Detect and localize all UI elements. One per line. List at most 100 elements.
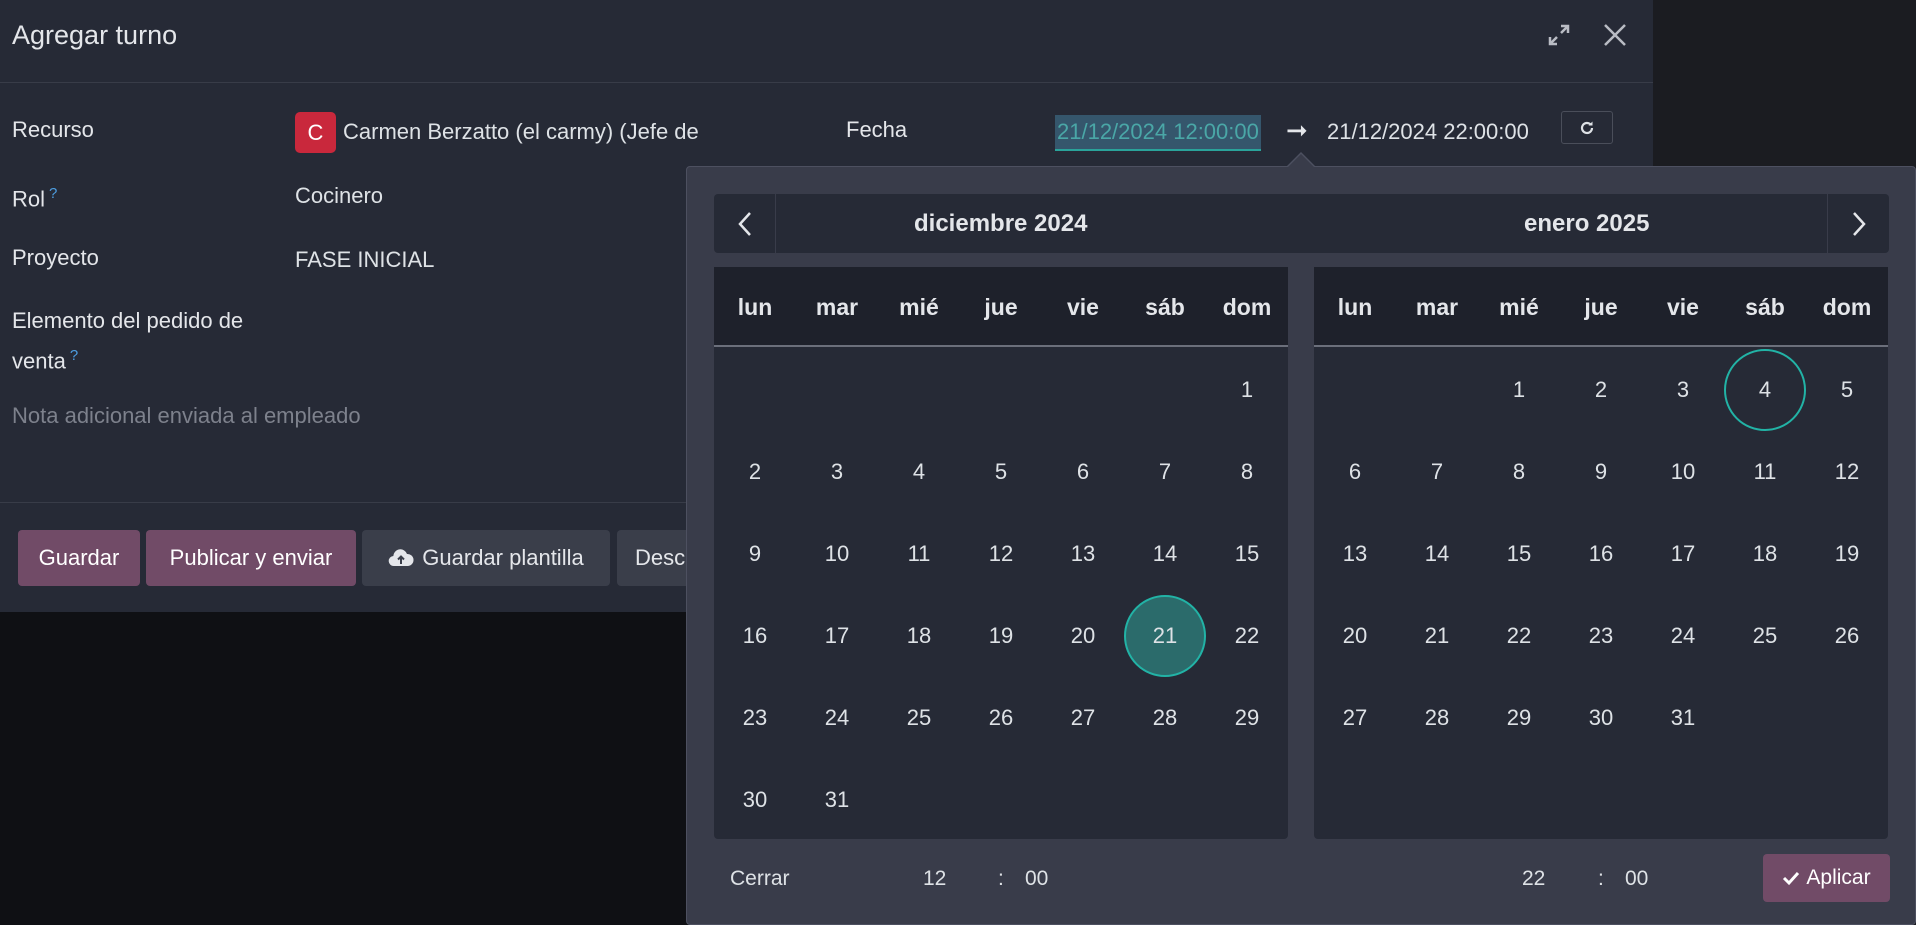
calendar-day[interactable]: 4 xyxy=(1724,349,1806,431)
calendar-day[interactable]: 22 xyxy=(1478,595,1560,677)
calendar-day[interactable]: 25 xyxy=(878,677,960,759)
calendar-day[interactable]: 24 xyxy=(1642,595,1724,677)
apply-button[interactable]: Aplicar xyxy=(1763,854,1890,902)
calendar-day[interactable]: 28 xyxy=(1396,677,1478,759)
date-end-input[interactable]: 21/12/2024 22:00:00 xyxy=(1327,115,1529,149)
publish-button[interactable]: Publicar y enviar xyxy=(146,530,356,586)
end-minute-input[interactable]: 00 xyxy=(1625,864,1648,894)
calendar-day[interactable]: 28 xyxy=(1124,677,1206,759)
refresh-icon[interactable] xyxy=(1561,111,1613,144)
calendar-day-number: 15 xyxy=(1506,541,1532,566)
date-start-input[interactable]: 21/12/2024 12:00:00 xyxy=(1055,115,1261,151)
calendar-day[interactable]: 30 xyxy=(1560,677,1642,759)
project-field[interactable]: FASE INICIAL xyxy=(295,243,434,277)
month-title-right: enero 2025 xyxy=(1524,210,1650,237)
calendar-day[interactable]: 18 xyxy=(1724,513,1806,595)
discard-button[interactable]: Descartar xyxy=(617,530,697,586)
calendar-day[interactable]: 11 xyxy=(1724,431,1806,513)
calendar-day[interactable]: 13 xyxy=(1042,513,1124,595)
calendar-day[interactable]: 11 xyxy=(878,513,960,595)
calendar-day[interactable]: 16 xyxy=(714,595,796,677)
calendar-day-number: 9 xyxy=(1594,459,1608,484)
calendar-day[interactable]: 14 xyxy=(1396,513,1478,595)
check-icon xyxy=(1783,871,1800,886)
calendar-day-number: 29 xyxy=(1506,705,1532,730)
weekday-header: lun mar mié jue vie sáb dom xyxy=(714,267,1288,347)
calendar-day[interactable]: 1 xyxy=(1478,349,1560,431)
calendar-day[interactable]: 31 xyxy=(1642,677,1724,759)
calendar-day[interactable]: 30 xyxy=(714,759,796,841)
close-icon[interactable] xyxy=(1596,16,1634,54)
calendar-day-number: 10 xyxy=(824,541,850,566)
calendar-day[interactable]: 22 xyxy=(1206,595,1288,677)
calendar-day[interactable]: 8 xyxy=(1206,431,1288,513)
calendar-day[interactable]: 9 xyxy=(714,513,796,595)
calendar-day[interactable]: 12 xyxy=(960,513,1042,595)
calendar-day[interactable]: 8 xyxy=(1478,431,1560,513)
close-picker-link[interactable]: Cerrar xyxy=(730,864,790,894)
calendar-day[interactable]: 26 xyxy=(1806,595,1888,677)
calendar-day-number: 29 xyxy=(1234,705,1260,730)
start-minute-input[interactable]: 00 xyxy=(1025,864,1048,894)
resource-label: Recurso xyxy=(12,117,94,142)
sale-line-help-icon[interactable]: ? xyxy=(70,347,78,364)
calendar-day[interactable]: 13 xyxy=(1314,513,1396,595)
calendar-day[interactable]: 2 xyxy=(714,431,796,513)
resource-field[interactable]: Carmen Berzatto (el carmy) (Jefe de xyxy=(343,115,733,149)
role-field[interactable]: Cocinero xyxy=(295,179,383,213)
calendar-day-number: 26 xyxy=(988,705,1014,730)
calendar-day[interactable]: 21 xyxy=(1124,595,1206,677)
calendar-day[interactable]: 1 xyxy=(1206,349,1288,431)
calendar-day[interactable]: 6 xyxy=(1042,431,1124,513)
calendar-day[interactable]: 15 xyxy=(1206,513,1288,595)
calendar-day[interactable]: 14 xyxy=(1124,513,1206,595)
calendar-day[interactable]: 23 xyxy=(1560,595,1642,677)
sale-line-label-1: Elemento del pedido de xyxy=(12,308,244,333)
calendar-day-number: 31 xyxy=(824,787,850,812)
calendar-day[interactable]: 7 xyxy=(1124,431,1206,513)
calendar-day[interactable]: 9 xyxy=(1560,431,1642,513)
calendar-day[interactable]: 19 xyxy=(960,595,1042,677)
calendar-day[interactable]: 5 xyxy=(960,431,1042,513)
calendar-day[interactable]: 21 xyxy=(1396,595,1478,677)
calendar-day[interactable]: 10 xyxy=(796,513,878,595)
calendar-day[interactable]: 12 xyxy=(1806,431,1888,513)
calendar-day[interactable]: 17 xyxy=(1642,513,1724,595)
calendar-day[interactable]: 19 xyxy=(1806,513,1888,595)
calendar-day[interactable]: 2 xyxy=(1560,349,1642,431)
calendar-day[interactable]: 31 xyxy=(796,759,878,841)
calendar-day[interactable]: 3 xyxy=(796,431,878,513)
calendar-day[interactable]: 16 xyxy=(1560,513,1642,595)
calendar-day[interactable]: 17 xyxy=(796,595,878,677)
calendar-day[interactable]: 23 xyxy=(714,677,796,759)
role-help-icon[interactable]: ? xyxy=(49,185,57,202)
calendar-day[interactable]: 6 xyxy=(1314,431,1396,513)
calendar-day[interactable]: 25 xyxy=(1724,595,1806,677)
calendar-day[interactable]: 15 xyxy=(1478,513,1560,595)
calendar-day[interactable]: 24 xyxy=(796,677,878,759)
weekday-label: dom xyxy=(1222,294,1272,320)
calendar-day[interactable]: 4 xyxy=(878,431,960,513)
calendar-day[interactable]: 18 xyxy=(878,595,960,677)
calendar-day[interactable]: 3 xyxy=(1642,349,1724,431)
calendar-day[interactable]: 27 xyxy=(1314,677,1396,759)
chevron-right-icon[interactable] xyxy=(1827,194,1889,253)
calendar-day[interactable]: 27 xyxy=(1042,677,1124,759)
calendar-day[interactable]: 20 xyxy=(1314,595,1396,677)
calendar-day-number: 16 xyxy=(742,623,768,648)
calendar-day[interactable]: 7 xyxy=(1396,431,1478,513)
end-hour-input[interactable]: 22 xyxy=(1522,864,1545,894)
calendar-day[interactable]: 26 xyxy=(960,677,1042,759)
calendar-day[interactable]: 29 xyxy=(1206,677,1288,759)
start-hour-input[interactable]: 12 xyxy=(923,864,946,894)
save-template-button[interactable]: Guardar plantilla xyxy=(362,530,610,586)
note-field[interactable]: Nota adicional enviada al empleado xyxy=(12,399,361,433)
chevron-left-icon[interactable] xyxy=(714,194,776,253)
calendar-day[interactable]: 5 xyxy=(1806,349,1888,431)
calendar-day[interactable]: 20 xyxy=(1042,595,1124,677)
calendar-day-number: 2 xyxy=(748,459,762,484)
calendar-day[interactable]: 10 xyxy=(1642,431,1724,513)
calendar-day[interactable]: 29 xyxy=(1478,677,1560,759)
expand-icon[interactable] xyxy=(1540,16,1578,54)
save-button[interactable]: Guardar xyxy=(18,530,140,586)
